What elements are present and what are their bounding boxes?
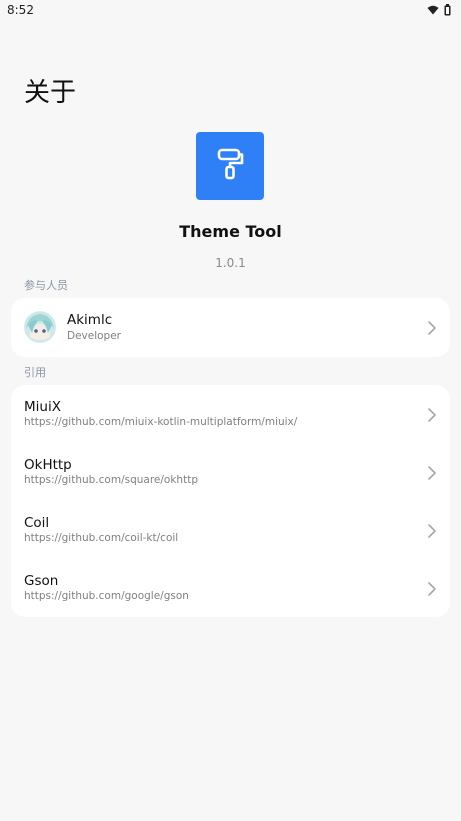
reference-url: https://github.com/miuix-kotlin-multipla… — [24, 416, 298, 428]
reference-row-okhttp[interactable]: OkHttp https://github.com/square/okhttp — [11, 443, 450, 501]
app-icon — [196, 132, 264, 200]
paint-roller-icon — [215, 147, 245, 185]
battery-icon — [444, 4, 451, 16]
reference-name: MiuiX — [24, 399, 61, 415]
status-bar: 8:52 — [0, 0, 461, 22]
references-section-label: 引用 — [24, 366, 46, 379]
chevron-right-icon — [428, 523, 436, 538]
reference-row-miuix[interactable]: MiuiX https://github.com/miuix-kotlin-mu… — [11, 385, 450, 443]
page-title: 关于 — [24, 78, 77, 108]
reference-name: OkHttp — [24, 457, 72, 473]
app-name: Theme Tool — [179, 222, 282, 241]
reference-name: Coil — [24, 515, 50, 531]
app-version: 1.0.1 — [215, 256, 246, 270]
wifi-icon — [427, 5, 439, 15]
contributor-name: Akimlc — [67, 312, 113, 328]
status-icons — [427, 4, 451, 16]
references-card: MiuiX https://github.com/miuix-kotlin-mu… — [11, 385, 450, 617]
reference-row-gson[interactable]: Gson https://github.com/google/gson — [11, 559, 450, 617]
chevron-right-icon — [428, 320, 436, 335]
reference-url: https://github.com/coil-kt/coil — [24, 532, 179, 544]
contributor-role: Developer — [67, 330, 122, 342]
contributors-card: Akimlc Developer — [11, 298, 450, 357]
reference-url: https://github.com/square/okhttp — [24, 474, 198, 486]
chevron-right-icon — [428, 581, 436, 596]
chevron-right-icon — [428, 465, 436, 480]
reference-row-coil[interactable]: Coil https://github.com/coil-kt/coil — [11, 501, 450, 559]
contributor-row[interactable]: Akimlc Developer — [11, 298, 450, 357]
chevron-right-icon — [428, 407, 436, 422]
contributors-section-label: 参与人员 — [24, 279, 68, 292]
reference-name: Gson — [24, 573, 59, 589]
avatar — [24, 311, 56, 343]
reference-url: https://github.com/google/gson — [24, 590, 189, 602]
status-time: 8:52 — [7, 3, 34, 17]
